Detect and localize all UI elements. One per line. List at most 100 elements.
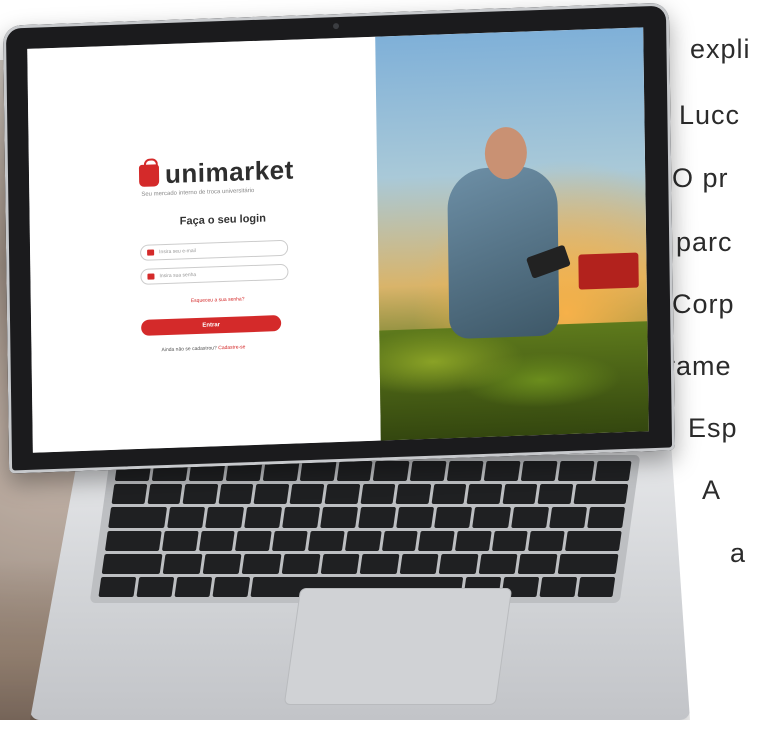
key xyxy=(573,484,629,505)
login-title: Faça o seu login xyxy=(179,212,266,228)
key xyxy=(447,461,484,482)
brand-logo: unimarket xyxy=(138,154,295,191)
key xyxy=(373,461,410,482)
login-panel: unimarket Seu mercado interno de troca u… xyxy=(27,36,381,453)
key xyxy=(399,553,439,574)
key xyxy=(136,576,175,598)
key xyxy=(281,507,320,528)
key xyxy=(101,553,163,574)
key xyxy=(98,576,137,598)
trackpad xyxy=(283,588,513,705)
key xyxy=(345,530,382,551)
key xyxy=(198,530,235,551)
email-icon xyxy=(147,249,155,256)
key xyxy=(205,507,244,528)
key xyxy=(336,461,374,482)
side-text-line: rame xyxy=(672,351,732,381)
camera-icon xyxy=(332,22,340,30)
key xyxy=(557,553,619,574)
side-text-line: Esp xyxy=(688,413,738,443)
key xyxy=(431,484,467,505)
key xyxy=(111,484,147,505)
key xyxy=(478,553,518,574)
key xyxy=(108,507,168,528)
side-text-line: a xyxy=(730,538,747,568)
key xyxy=(161,530,199,551)
key xyxy=(472,507,511,528)
password-field[interactable]: Insira sua senha xyxy=(140,263,289,285)
side-text-line: Corp xyxy=(672,289,735,319)
key xyxy=(320,507,358,528)
password-placeholder: Insira sua senha xyxy=(159,271,197,280)
key xyxy=(528,530,565,551)
key xyxy=(455,530,492,551)
key xyxy=(146,484,183,505)
key xyxy=(212,576,251,598)
key xyxy=(381,530,419,551)
forgot-password-link[interactable]: Esqueceu a sua senha? xyxy=(191,296,245,304)
crop-field xyxy=(379,321,649,441)
key xyxy=(360,553,400,574)
key xyxy=(491,530,529,551)
key xyxy=(539,576,578,598)
key xyxy=(517,553,558,574)
key xyxy=(396,507,435,528)
key xyxy=(557,461,595,482)
email-placeholder: Insira seu e-mail xyxy=(159,248,196,256)
key xyxy=(537,484,574,505)
side-text-line: parc xyxy=(676,227,733,257)
key xyxy=(520,461,558,482)
signup-link[interactable]: Cadastre-se xyxy=(218,344,245,351)
key xyxy=(299,461,337,482)
side-text-line: O pr xyxy=(672,163,729,193)
hero-photo xyxy=(375,27,649,441)
brand-name: unimarket xyxy=(164,154,295,190)
key xyxy=(289,484,325,505)
key xyxy=(502,484,538,505)
key xyxy=(418,530,455,551)
key xyxy=(586,507,625,528)
key xyxy=(358,507,397,528)
key xyxy=(241,553,282,574)
side-text-line: expli xyxy=(690,34,751,64)
key xyxy=(360,484,396,505)
key xyxy=(548,507,587,528)
key xyxy=(434,507,473,528)
key xyxy=(466,484,503,505)
key xyxy=(577,576,616,598)
key xyxy=(174,576,213,598)
key xyxy=(410,461,447,482)
keyboard xyxy=(89,455,641,603)
key xyxy=(439,553,479,574)
key xyxy=(218,484,254,505)
signup-prefix: Ainda não se cadastrou? xyxy=(161,345,217,354)
email-field[interactable]: Insira seu e-mail xyxy=(140,239,289,261)
key xyxy=(281,553,321,574)
key xyxy=(271,530,309,551)
lock-icon xyxy=(147,273,155,280)
key xyxy=(182,484,218,505)
key xyxy=(320,553,361,574)
key xyxy=(395,484,432,505)
side-text-line: A xyxy=(702,475,722,505)
shopping-bag-icon xyxy=(138,163,160,187)
key xyxy=(510,507,549,528)
key xyxy=(243,507,282,528)
key xyxy=(324,484,361,505)
key xyxy=(253,484,289,505)
key xyxy=(594,461,632,482)
key xyxy=(167,507,206,528)
key xyxy=(308,530,345,551)
key xyxy=(235,530,272,551)
laptop-lid: unimarket Seu mercado interno de troca u… xyxy=(2,2,676,474)
side-text-column: expli Lucc O pr parc Corp rame Esp A a xyxy=(672,0,763,738)
signup-prompt: Ainda não se cadastrou? Cadastre-se xyxy=(161,344,245,353)
key xyxy=(483,461,521,482)
key xyxy=(202,553,242,574)
key xyxy=(104,530,162,551)
login-button[interactable]: Entrar xyxy=(141,315,282,336)
side-text-line: Lucc xyxy=(679,100,741,130)
laptop-screen: unimarket Seu mercado interno de troca u… xyxy=(27,27,649,453)
tractor xyxy=(578,252,639,290)
key xyxy=(565,530,622,551)
